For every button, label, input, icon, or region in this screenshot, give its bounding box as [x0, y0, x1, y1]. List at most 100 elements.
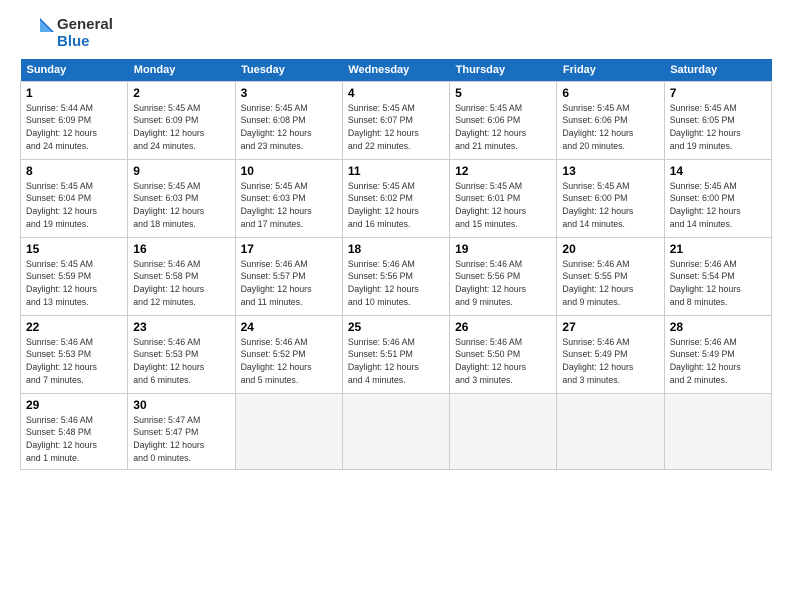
day-info: Sunrise: 5:45 AMSunset: 6:05 PMDaylight:… [670, 102, 766, 153]
day-info: Sunrise: 5:46 AMSunset: 5:53 PMDaylight:… [133, 336, 229, 387]
day-info: Sunrise: 5:46 AMSunset: 5:56 PMDaylight:… [348, 258, 444, 309]
day-cell: 30Sunrise: 5:47 AMSunset: 5:47 PMDayligh… [128, 393, 235, 469]
day-info: Sunrise: 5:46 AMSunset: 5:58 PMDaylight:… [133, 258, 229, 309]
day-info: Sunrise: 5:46 AMSunset: 5:49 PMDaylight:… [670, 336, 766, 387]
day-number: 2 [133, 86, 229, 100]
week-row-4: 22 Sunrise: 5:46 AMSunset: 5:53 PMDayligh… [21, 315, 772, 393]
day-number: 20 [562, 242, 658, 256]
col-header-monday: Monday [128, 59, 235, 82]
day-cell [557, 393, 664, 469]
day-number: 13 [562, 164, 658, 178]
day-cell: 7 Sunrise: 5:45 AMSunset: 6:05 PMDaylight… [664, 81, 771, 159]
day-cell: 20Sunrise: 5:46 AMSunset: 5:55 PMDayligh… [557, 237, 664, 315]
day-cell: 1Sunrise: 5:44 AMSunset: 6:09 PMDaylight… [21, 81, 128, 159]
day-info: Sunrise: 5:45 AMSunset: 6:03 PMDaylight:… [133, 180, 229, 231]
week-row-1: 1Sunrise: 5:44 AMSunset: 6:09 PMDaylight… [21, 81, 772, 159]
day-cell: 2 Sunrise: 5:45 AMSunset: 6:09 PMDaylight… [128, 81, 235, 159]
day-number: 19 [455, 242, 551, 256]
day-number: 9 [133, 164, 229, 178]
day-number: 25 [348, 320, 444, 334]
day-info: Sunrise: 5:45 AMSunset: 6:00 PMDaylight:… [562, 180, 658, 231]
day-number: 28 [670, 320, 766, 334]
day-cell: 11 Sunrise: 5:45 AMSunset: 6:02 PMDayligh… [342, 159, 449, 237]
day-cell [342, 393, 449, 469]
day-cell: 3 Sunrise: 5:45 AMSunset: 6:08 PMDaylight… [235, 81, 342, 159]
day-info: Sunrise: 5:45 AMSunset: 6:03 PMDaylight:… [241, 180, 337, 231]
day-cell: 4 Sunrise: 5:45 AMSunset: 6:07 PMDaylight… [342, 81, 449, 159]
day-cell: 24Sunrise: 5:46 AMSunset: 5:52 PMDayligh… [235, 315, 342, 393]
logo-text: General Blue [57, 16, 113, 51]
day-info: Sunrise: 5:45 AMSunset: 5:59 PMDaylight:… [26, 258, 122, 309]
day-number: 4 [348, 86, 444, 100]
day-info: Sunrise: 5:45 AMSunset: 6:08 PMDaylight:… [241, 102, 337, 153]
day-info: Sunrise: 5:45 AMSunset: 6:06 PMDaylight:… [562, 102, 658, 153]
day-number: 29 [26, 398, 122, 412]
day-number: 16 [133, 242, 229, 256]
day-cell: 21 Sunrise: 5:46 AMSunset: 5:54 PMDayligh… [664, 237, 771, 315]
col-header-wednesday: Wednesday [342, 59, 449, 82]
day-info: Sunrise: 5:45 AMSunset: 6:01 PMDaylight:… [455, 180, 551, 231]
day-number: 12 [455, 164, 551, 178]
col-header-sunday: Sunday [21, 59, 128, 82]
day-number: 1 [26, 86, 122, 100]
day-cell: 9 Sunrise: 5:45 AMSunset: 6:03 PMDaylight… [128, 159, 235, 237]
day-cell: 27 Sunrise: 5:46 AMSunset: 5:49 PMDayligh… [557, 315, 664, 393]
day-cell: 23Sunrise: 5:46 AMSunset: 5:53 PMDayligh… [128, 315, 235, 393]
page: General Blue SundayMondayTuesdayWednesda… [0, 0, 792, 480]
day-cell: 29 Sunrise: 5:46 AMSunset: 5:48 PMDayligh… [21, 393, 128, 469]
day-number: 6 [562, 86, 658, 100]
day-number: 27 [562, 320, 658, 334]
day-info: Sunrise: 5:45 AMSunset: 6:04 PMDaylight:… [26, 180, 122, 231]
day-info: Sunrise: 5:45 AMSunset: 6:09 PMDaylight:… [133, 102, 229, 153]
day-cell: 13 Sunrise: 5:45 AMSunset: 6:00 PMDayligh… [557, 159, 664, 237]
day-info: Sunrise: 5:46 AMSunset: 5:51 PMDaylight:… [348, 336, 444, 387]
logo: General Blue [20, 16, 113, 51]
logo-container: General Blue [20, 16, 113, 51]
day-info: Sunrise: 5:46 AMSunset: 5:56 PMDaylight:… [455, 258, 551, 309]
day-info: Sunrise: 5:46 AMSunset: 5:52 PMDaylight:… [241, 336, 337, 387]
day-cell: 18 Sunrise: 5:46 AMSunset: 5:56 PMDayligh… [342, 237, 449, 315]
day-number: 30 [133, 398, 229, 412]
day-cell: 15Sunrise: 5:45 AMSunset: 5:59 PMDayligh… [21, 237, 128, 315]
day-cell: 5 Sunrise: 5:45 AMSunset: 6:06 PMDaylight… [450, 81, 557, 159]
day-number: 5 [455, 86, 551, 100]
day-info: Sunrise: 5:46 AMSunset: 5:54 PMDaylight:… [670, 258, 766, 309]
day-number: 18 [348, 242, 444, 256]
day-cell: 25 Sunrise: 5:46 AMSunset: 5:51 PMDayligh… [342, 315, 449, 393]
day-number: 8 [26, 164, 122, 178]
day-cell: 10 Sunrise: 5:45 AMSunset: 6:03 PMDayligh… [235, 159, 342, 237]
col-header-friday: Friday [557, 59, 664, 82]
day-cell: 14Sunrise: 5:45 AMSunset: 6:00 PMDayligh… [664, 159, 771, 237]
day-number: 21 [670, 242, 766, 256]
day-info: Sunrise: 5:45 AMSunset: 6:02 PMDaylight:… [348, 180, 444, 231]
week-row-5: 29 Sunrise: 5:46 AMSunset: 5:48 PMDayligh… [21, 393, 772, 469]
day-info: Sunrise: 5:46 AMSunset: 5:49 PMDaylight:… [562, 336, 658, 387]
day-cell: 19 Sunrise: 5:46 AMSunset: 5:56 PMDayligh… [450, 237, 557, 315]
day-cell: 22 Sunrise: 5:46 AMSunset: 5:53 PMDayligh… [21, 315, 128, 393]
day-info: Sunrise: 5:46 AMSunset: 5:53 PMDaylight:… [26, 336, 122, 387]
day-info: Sunrise: 5:45 AMSunset: 6:06 PMDaylight:… [455, 102, 551, 153]
day-info: Sunrise: 5:46 AMSunset: 5:48 PMDaylight:… [26, 414, 122, 465]
day-cell: 12 Sunrise: 5:45 AMSunset: 6:01 PMDayligh… [450, 159, 557, 237]
week-row-2: 8 Sunrise: 5:45 AMSunset: 6:04 PMDaylight… [21, 159, 772, 237]
day-cell [235, 393, 342, 469]
calendar-table: SundayMondayTuesdayWednesdayThursdayFrid… [20, 59, 772, 470]
day-info: Sunrise: 5:46 AMSunset: 5:50 PMDaylight:… [455, 336, 551, 387]
day-info: Sunrise: 5:45 AMSunset: 6:07 PMDaylight:… [348, 102, 444, 153]
day-cell [664, 393, 771, 469]
day-info: Sunrise: 5:46 AMSunset: 5:57 PMDaylight:… [241, 258, 337, 309]
logo-graphic [20, 16, 54, 50]
col-header-saturday: Saturday [664, 59, 771, 82]
day-cell: 17Sunrise: 5:46 AMSunset: 5:57 PMDayligh… [235, 237, 342, 315]
day-number: 22 [26, 320, 122, 334]
week-row-3: 15Sunrise: 5:45 AMSunset: 5:59 PMDayligh… [21, 237, 772, 315]
day-number: 7 [670, 86, 766, 100]
day-cell: 6 Sunrise: 5:45 AMSunset: 6:06 PMDaylight… [557, 81, 664, 159]
day-number: 3 [241, 86, 337, 100]
day-number: 10 [241, 164, 337, 178]
day-number: 11 [348, 164, 444, 178]
day-cell: 28 Sunrise: 5:46 AMSunset: 5:49 PMDayligh… [664, 315, 771, 393]
day-number: 26 [455, 320, 551, 334]
header-row: SundayMondayTuesdayWednesdayThursdayFrid… [21, 59, 772, 82]
day-cell: 8 Sunrise: 5:45 AMSunset: 6:04 PMDaylight… [21, 159, 128, 237]
